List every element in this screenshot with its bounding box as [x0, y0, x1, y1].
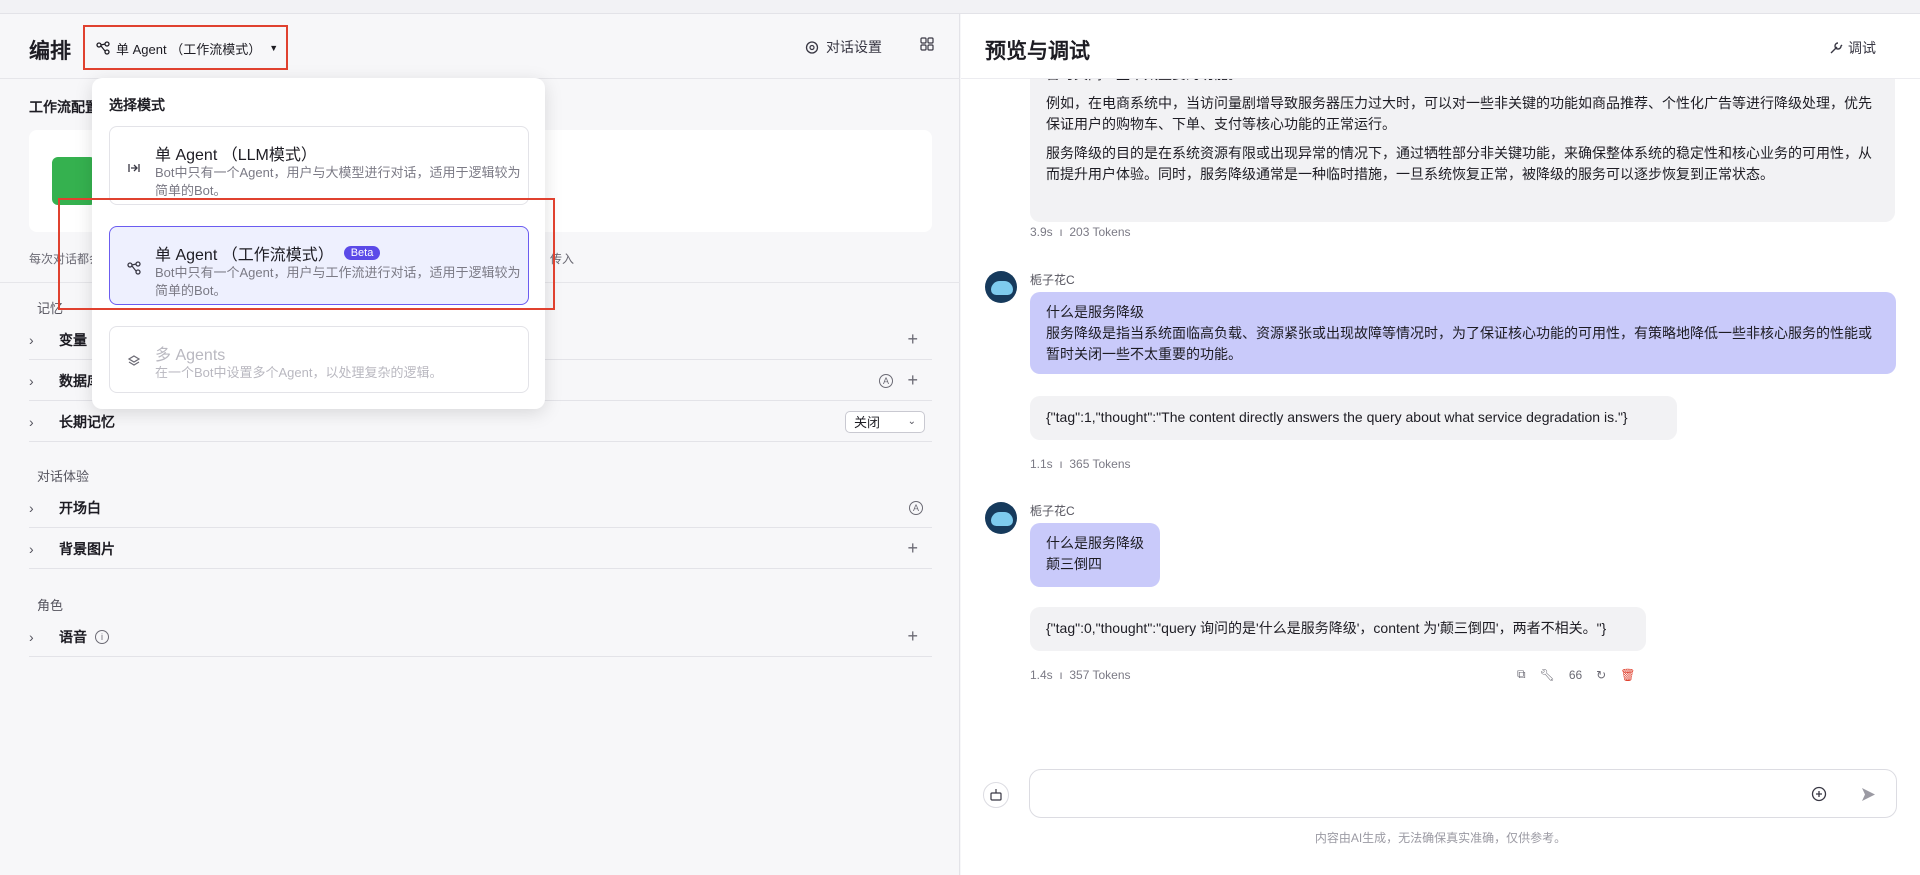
option-llm-mode[interactable]: 单 Agent （LLM模式） Bot中只有一个Agent，用户与大模型进行对话…: [109, 126, 529, 205]
add-icon[interactable]: +: [907, 329, 918, 350]
regenerate-icon[interactable]: ↻: [1596, 668, 1606, 682]
chat-input[interactable]: [1044, 782, 1804, 806]
highlight-box: [83, 25, 288, 70]
message-text: {"tag":0,"thought":"query 询问的是'什么是服务降级'，…: [1046, 620, 1607, 636]
orchestration-panel: 编排 单 Agent （工作流模式） ▼ 对话设置 工作流配置 每次对话都会 传…: [0, 14, 960, 875]
avatar: [985, 271, 1017, 303]
dropdown-title: 选择模式: [109, 97, 165, 113]
experience-section-label: 对话体验: [37, 469, 90, 484]
auto-icon[interactable]: A: [909, 500, 923, 515]
settings-icon: [805, 40, 819, 54]
preview-title: 预览与调试: [985, 40, 1090, 63]
dialog-settings-label: 对话设置: [826, 39, 882, 55]
message-meta: 1.4s ı 357 Tokens: [1030, 668, 1131, 682]
message-text: {"tag":1,"thought":"The content directly…: [1046, 409, 1628, 425]
quote-icon[interactable]: 66: [1569, 668, 1582, 682]
top-strip: [0, 0, 1920, 14]
preview-panel: 暂时关闭一些不太重要的功能。 例如，在电商系统中，当访问量剧增导致服务器压力过大…: [961, 14, 1920, 875]
row-opening[interactable]: › 开场白 A: [29, 488, 932, 528]
chevron-right-icon: ›: [29, 372, 34, 389]
add-icon[interactable]: +: [907, 626, 918, 647]
disclaimer: 内容由AI生成，无法确保真实准确，仅供参考。: [1314, 831, 1567, 845]
row-label: 长期记忆: [59, 413, 115, 430]
chevron-right-icon: ›: [29, 331, 34, 348]
user-name: 栀子花C: [1030, 273, 1075, 287]
message-text: 颠三倒四: [1046, 556, 1102, 572]
message-meta: 1.1s ı 365 Tokens: [1030, 457, 1131, 471]
debug-label: 调试: [1848, 40, 1876, 56]
option-multi-agents[interactable]: 多 Agents 在一个Bot中设置多个Agent，以处理复杂的逻辑。: [109, 326, 529, 393]
avatar: [985, 502, 1017, 534]
debug-button[interactable]: 调试: [1829, 38, 1876, 58]
row-label: 变量: [59, 331, 87, 348]
copy-icon[interactable]: ⧉: [1517, 667, 1526, 682]
delete-icon[interactable]: 🗑︎: [1620, 668, 1635, 682]
clear-context-button[interactable]: [983, 782, 1009, 808]
row-label: 语音: [59, 628, 87, 645]
message-meta: 3.9s ı 203 Tokens: [1030, 225, 1131, 239]
chevron-right-icon: ›: [29, 628, 34, 645]
message-actions: ⧉ 🔧︎ 66 ↻ 🗑︎: [1517, 667, 1635, 682]
preview-header: 预览与调试 调试: [961, 14, 1920, 79]
page-title: 编排: [29, 40, 71, 63]
broom-icon: [990, 789, 1002, 801]
option-desc: Bot中只有一个Agent，用户与大模型进行对话，适用于逻辑较为简单的Bot。: [155, 165, 521, 198]
user-message: 什么是服务降级 服务降级是指当系统面临高负载、资源紧张或出现故障等情况时，为了保…: [1030, 292, 1896, 374]
row-background-image[interactable]: › 背景图片 +: [29, 529, 932, 569]
llm-mode-icon: [128, 164, 140, 172]
auto-icon[interactable]: A: [879, 373, 893, 388]
chevron-down-icon: ⌄: [907, 416, 916, 427]
role-section-label: 角色: [37, 598, 64, 613]
select-value: 关闭: [854, 415, 881, 430]
add-icon[interactable]: +: [907, 538, 918, 559]
workflow-config-label: 工作流配置: [29, 99, 99, 115]
user-message: 什么是服务降级 颠三倒四: [1030, 523, 1160, 587]
chevron-right-icon: ›: [29, 499, 34, 516]
grid-icon: [920, 37, 934, 51]
option-desc: 在一个Bot中设置多个Agent，以处理复杂的逻辑。: [155, 365, 443, 380]
wrench-icon[interactable]: 🔧︎: [1540, 668, 1555, 682]
info-icon[interactable]: i: [95, 629, 109, 644]
chat-input-box: [1029, 769, 1897, 818]
wrench-icon: [1830, 42, 1843, 54]
bot-message: {"tag":1,"thought":"The content directly…: [1030, 396, 1677, 440]
bot-message: 暂时关闭一些不太重要的功能。 例如，在电商系统中，当访问量剧增导致服务器压力过大…: [1030, 54, 1895, 222]
long-term-memory-select[interactable]: 关闭 ⌄: [845, 410, 925, 433]
add-attachment-icon[interactable]: [1811, 786, 1827, 802]
add-icon[interactable]: +: [907, 370, 918, 391]
layers-icon: [127, 355, 141, 366]
message-text: 服务降级是指当系统面临高负载、资源紧张或出现故障等情况时，为了保证核心功能的可用…: [1046, 325, 1872, 362]
chevron-right-icon: ›: [29, 540, 34, 557]
message-text: 服务降级的目的是在系统资源有限或出现异常的情况下，通过牺牲部分非关键功能，来确保…: [1046, 145, 1872, 182]
user-name: 栀子花C: [1030, 504, 1075, 518]
option-title: 单 Agent （LLM模式）: [155, 147, 317, 164]
bot-message: {"tag":0,"thought":"query 询问的是'什么是服务降级'，…: [1030, 607, 1646, 651]
message-text: 例如，在电商系统中，当访问量剧增导致服务器压力过大时，可以对一些非关键的功能如商…: [1046, 95, 1872, 132]
chevron-right-icon: ›: [29, 413, 34, 430]
row-label: 开场白: [59, 499, 101, 516]
message-text: 什么是服务降级: [1046, 535, 1144, 551]
dialog-settings-button[interactable]: 对话设置: [805, 37, 882, 57]
layout-grid-button[interactable]: [920, 37, 940, 51]
send-icon[interactable]: [1860, 786, 1877, 803]
row-voice[interactable]: › 语音 i +: [29, 617, 932, 657]
highlight-box: [58, 198, 555, 310]
row-label: 背景图片: [59, 540, 115, 557]
message-text: 什么是服务降级: [1046, 304, 1144, 320]
option-title: 多 Agents: [155, 347, 226, 364]
